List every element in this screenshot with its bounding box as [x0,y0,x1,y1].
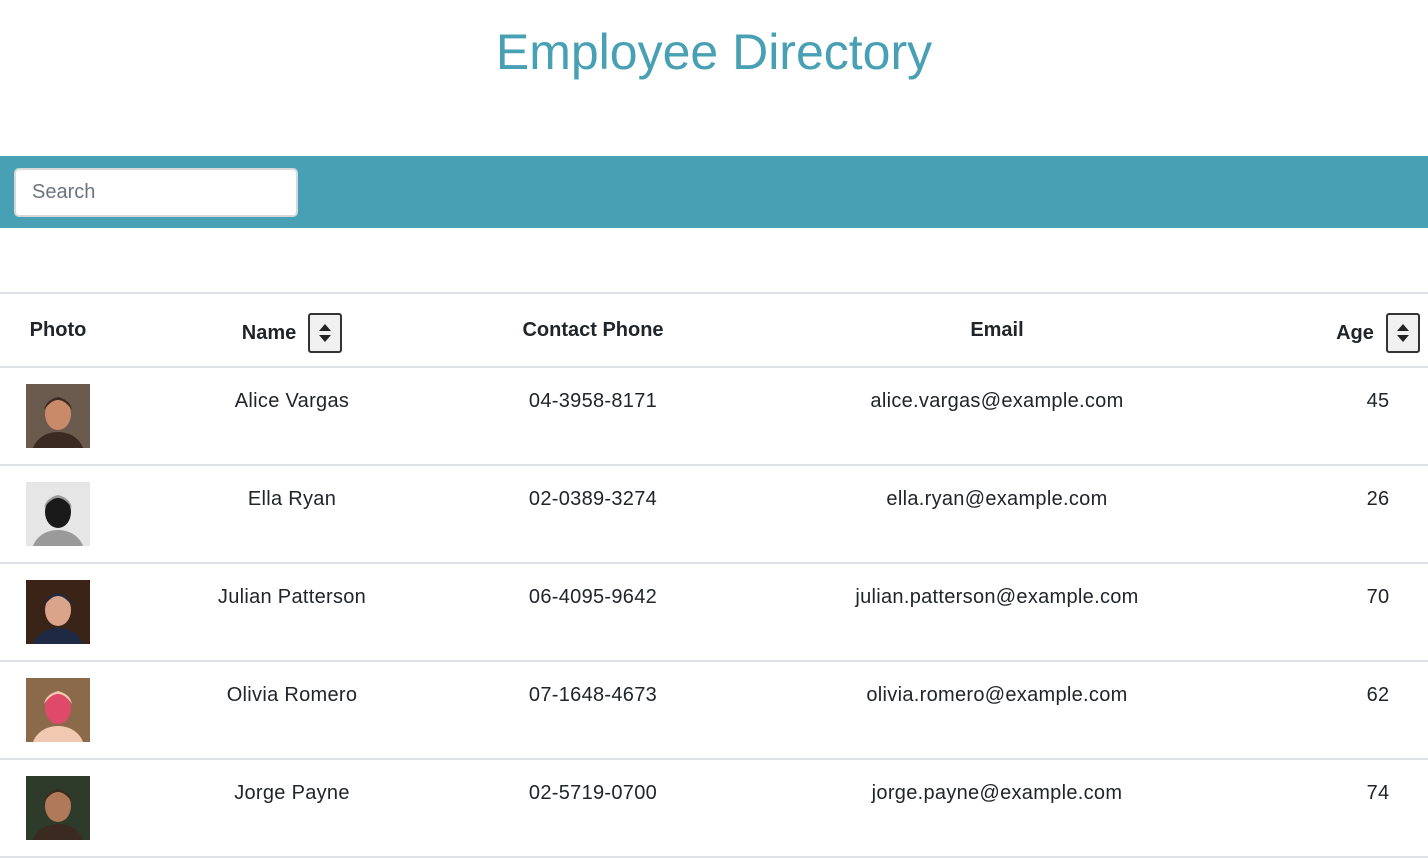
photo-cell [0,563,116,661]
cell-name: Julian Patterson [217,586,367,608]
sort-name-button[interactable] [308,313,343,353]
photo-cell [0,661,116,759]
table-row: Julian Patterson 06-4095-9642 julian.patte… [0,563,1428,661]
header-photo: Photo [29,318,87,341]
table-row: Jorge Payne 02-5719-0700 jorge.payne@examp… [0,759,1428,857]
photo-cell [0,465,116,563]
employee-table: Photo Name Contact Phone Email Age Alice… [0,292,1428,858]
cell-name: Olivia Romero [226,684,358,706]
header-name: Name [116,293,468,367]
avatar [26,678,90,742]
cell-email: ella.ryan@example.com [886,488,1108,510]
photo-cell [0,759,116,857]
sort-age-button[interactable] [1385,313,1420,353]
header-email: Email [970,318,1024,341]
cell-phone: 04-3958-8171 [528,390,658,412]
table-row: Olivia Romero 07-1648-4673 olivia.romero@e… [0,661,1428,759]
photo-cell [0,367,116,465]
sort-icon [319,324,332,342]
cell-email: olivia.romero@example.com [866,684,1128,706]
table-header: Photo Name Contact Phone Email Age [0,293,1428,367]
employee-table-container: Photo Name Contact Phone Email Age Alice… [0,292,1428,858]
header-row: Photo Name Contact Phone Email Age [0,293,1428,367]
avatar [26,384,90,448]
search-bar [0,156,1428,228]
table-row: Ella Ryan 02-0389-3274 ella.ryan@example.c… [0,465,1428,563]
header-age-label: Age [1336,321,1374,344]
avatar [26,580,90,644]
header-name-label: Name [241,321,297,344]
cell-phone: 06-4095-9642 [528,586,658,608]
cell-phone: 02-5719-0700 [528,782,658,804]
cell-email: alice.vargas@example.com [870,390,1124,412]
cell-age: 74 [1366,782,1390,804]
sort-icon [1396,324,1409,342]
header-phone: Contact Phone [522,318,664,341]
page-title: Employee Directory [495,24,933,80]
cell-email: julian.patterson@example.com [855,586,1139,608]
avatar [26,482,90,546]
search-input[interactable] [14,168,298,217]
table-body: Alice Vargas 04-3958-8171 alice.vargas@exa… [0,367,1428,857]
cell-phone: 07-1648-4673 [528,684,658,706]
cell-name: Jorge Payne [234,782,350,804]
cell-name: Alice Vargas [234,390,350,412]
avatar [26,776,90,840]
header-age: Age [1276,293,1428,367]
table-row: Alice Vargas 04-3958-8171 alice.vargas@exa… [0,367,1428,465]
cell-age: 26 [1366,488,1390,510]
cell-phone: 02-0389-3274 [528,488,658,510]
cell-email: jorge.payne@example.com [871,782,1123,804]
cell-age: 45 [1366,390,1390,412]
cell-age: 62 [1366,684,1390,706]
cell-age: 70 [1366,586,1390,608]
cell-name: Ella Ryan [247,488,337,510]
